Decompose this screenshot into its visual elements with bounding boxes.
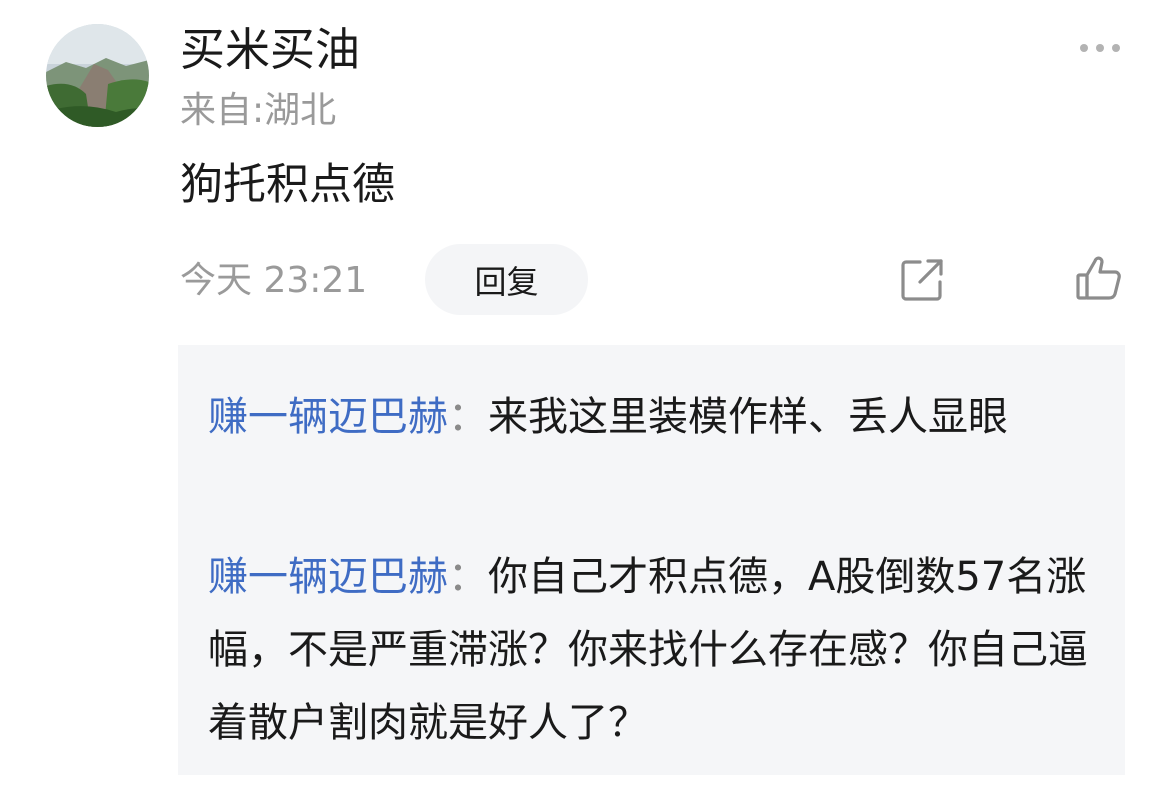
reply-text: 来我这里装模作样、丢人显眼: [488, 394, 1008, 440]
reply-separator: ：: [448, 394, 488, 440]
replies-box: 赚一辆迈巴赫：来我这里装模作样、丢人显眼 赚一辆迈巴赫：你自己才积点德，A股倒数…: [178, 345, 1125, 775]
reply-author-link[interactable]: 赚一辆迈巴赫: [208, 554, 448, 600]
username[interactable]: 买米买油: [180, 20, 360, 80]
reply-separator: ：: [448, 554, 488, 600]
reply-item: 赚一辆迈巴赫：你自己才积点德，A股倒数57名涨幅，不是严重滞涨？你来找什么存在感…: [208, 541, 1098, 760]
more-dots-icon[interactable]: [1076, 36, 1124, 60]
timestamp: 今天 23:21: [180, 260, 368, 301]
reply-item: 赚一辆迈巴赫：来我这里装模作样、丢人显眼: [208, 381, 1098, 454]
reply-author-link[interactable]: 赚一辆迈巴赫: [208, 394, 448, 440]
location-label: 来自:湖北: [180, 90, 337, 131]
avatar[interactable]: [46, 24, 149, 127]
comment-text: 狗托积点德: [180, 160, 395, 210]
reply-button[interactable]: 回复: [425, 244, 588, 315]
thumbs-up-icon[interactable]: [1074, 253, 1124, 303]
share-icon[interactable]: [898, 256, 946, 304]
